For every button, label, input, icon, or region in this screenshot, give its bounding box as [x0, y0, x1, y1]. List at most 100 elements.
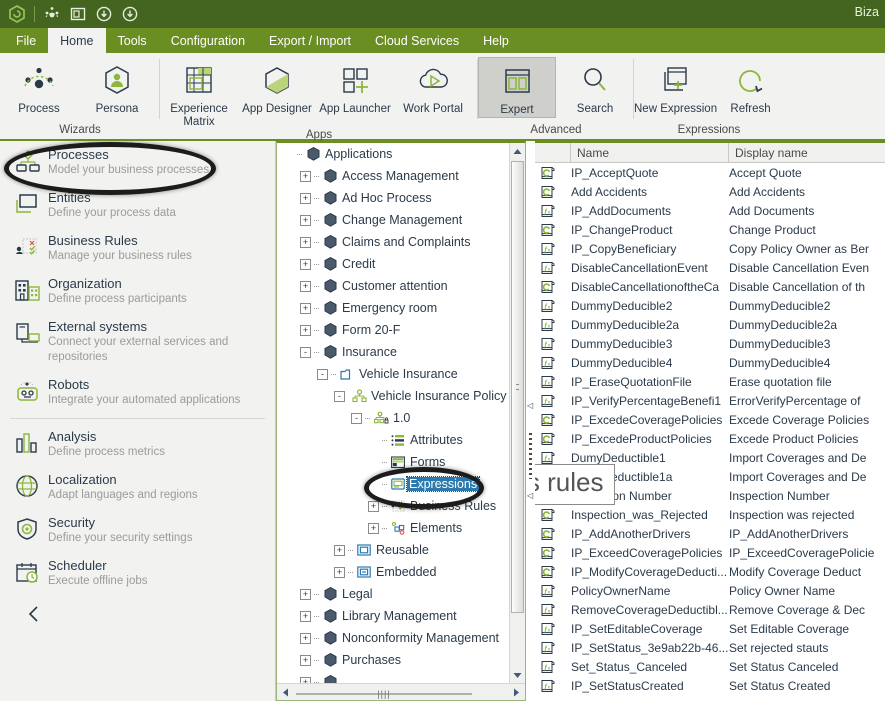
- tree-node[interactable]: + Library Management: [277, 605, 509, 627]
- ribbon-button-app-launcher[interactable]: App Launcher: [316, 57, 394, 116]
- sidebar-item-external-systems[interactable]: External systems Connect your external s…: [0, 313, 275, 371]
- list-column-display-name[interactable]: Display name: [729, 143, 885, 162]
- table-row[interactable]: ƒₓ IP_EraseQuotationFile Erase quotation f…: [535, 372, 885, 391]
- table-row[interactable]: ƒₓ IP_VerifyPercentageBenefi1 ErrorVerifyP…: [535, 391, 885, 410]
- list-column-name[interactable]: Name: [571, 143, 729, 162]
- table-row[interactable]: IP_AcceptQuote Accept Quote: [535, 163, 885, 182]
- menu-item-configuration[interactable]: Configuration: [159, 28, 257, 53]
- tree-node[interactable]: + Customer attention: [277, 275, 509, 297]
- sidebar-item-business-rules[interactable]: Business Rules Manage your business rule…: [0, 227, 275, 270]
- expand-icon[interactable]: +: [300, 302, 311, 314]
- table-row[interactable]: ƒₓ IP_CopyBeneficiary Copy Policy Owner as…: [535, 239, 885, 258]
- table-row[interactable]: ƒₓ PolicyOwnerName Policy Owner Name: [535, 581, 885, 600]
- sidebar-item-processes[interactable]: Processes Model your business processes: [0, 141, 275, 184]
- expand-icon[interactable]: +: [300, 170, 311, 182]
- ribbon-button-experience-matrix[interactable]: Experience Matrix: [160, 57, 238, 129]
- panel-splitter[interactable]: ◁ ◁: [526, 141, 535, 701]
- tree-scroll-thumb[interactable]: [511, 161, 524, 613]
- table-row[interactable]: ƒₓ Set_Status_Canceled Set Status Canceled: [535, 657, 885, 676]
- menu-item-file[interactable]: File: [4, 28, 48, 53]
- table-row[interactable]: Add Accidents Add Accidents: [535, 182, 885, 201]
- tree-node[interactable]: + Elements: [277, 517, 509, 539]
- table-row[interactable]: ƒₓ DummyDeducible3 DummyDeducible3: [535, 334, 885, 353]
- tree-node[interactable]: + Legal: [277, 583, 509, 605]
- ribbon-button-work-portal[interactable]: Work Portal: [394, 57, 472, 116]
- expand-icon[interactable]: +: [334, 544, 345, 556]
- sidebar-item-organization[interactable]: Organization Define process participants: [0, 270, 275, 313]
- splitter-grip[interactable]: [529, 433, 532, 479]
- menu-item-tools[interactable]: Tools: [106, 28, 159, 53]
- table-row[interactable]: IP_ModifyCoverageDeducti... Modify Covera…: [535, 562, 885, 581]
- tree-node[interactable]: + Business Rules: [277, 495, 509, 517]
- scroll-up-arrow[interactable]: [510, 143, 525, 159]
- expand-icon[interactable]: +: [300, 214, 311, 226]
- table-row[interactable]: ƒₓ IP_AddDocuments Add Documents: [535, 201, 885, 220]
- scroll-left-arrow[interactable]: [277, 688, 294, 697]
- tree-node[interactable]: - 1.0: [277, 407, 509, 429]
- table-row[interactable]: ƒₓ RemoveCoverageDeductibl... Remove Cover…: [535, 600, 885, 619]
- sidebar-item-robots[interactable]: Robots Integrate your automated applicat…: [0, 371, 275, 414]
- menu-item-cloud-services[interactable]: Cloud Services: [363, 28, 471, 53]
- tree-node[interactable]: - Insurance: [277, 341, 509, 363]
- table-row[interactable]: IP_ExcedeProductPolicies Excede Product P…: [535, 429, 885, 448]
- tree-node[interactable]: + Ad Hoc Process: [277, 187, 509, 209]
- menu-item-help[interactable]: Help: [471, 28, 521, 53]
- expand-icon[interactable]: +: [300, 324, 311, 336]
- tree-node[interactable]: + Credit: [277, 253, 509, 275]
- tree-node[interactable]: + Emergency room: [277, 297, 509, 319]
- expand-icon[interactable]: +: [300, 610, 311, 622]
- table-row[interactable]: ƒₓ DummyDeducible2a DummyDeducible2a: [535, 315, 885, 334]
- tree-node[interactable]: - Vehicle Insurance Policy Underwri: [277, 385, 509, 407]
- process-icon[interactable]: [41, 3, 63, 25]
- expand-icon[interactable]: +: [300, 632, 311, 644]
- expand-icon[interactable]: +: [300, 654, 311, 666]
- tree-hscroll-thumb[interactable]: ||||: [296, 689, 472, 699]
- collapse-icon[interactable]: -: [351, 412, 362, 424]
- ribbon-button-persona[interactable]: Persona: [78, 57, 156, 116]
- table-row[interactable]: ƒₓ IP_SetStatus_3e9ab22b-46... Set rejecte…: [535, 638, 885, 657]
- table-row[interactable]: Inspection_was_Rejected Inspection was re…: [535, 505, 885, 524]
- ribbon-button-app-designer[interactable]: App Designer: [238, 57, 316, 116]
- download-icon[interactable]: [93, 3, 115, 25]
- expand-icon[interactable]: +: [368, 522, 379, 534]
- table-row[interactable]: ƒₓ DummyDeducible2 DummyDeducible2: [535, 296, 885, 315]
- tree-node[interactable]: Forms: [277, 451, 509, 473]
- tree-node[interactable]: - Vehicle Insurance: [277, 363, 509, 385]
- splitter-collapse-down-icon[interactable]: ◁: [527, 491, 533, 500]
- table-row[interactable]: ƒₓ IP_SetEditableCoverage Set Editable Cov…: [535, 619, 885, 638]
- expand-icon[interactable]: +: [300, 588, 311, 600]
- table-row[interactable]: IP_AddAnotherDrivers IP_AddAnotherDrivers: [535, 524, 885, 543]
- tree-node[interactable]: Expressions: [277, 473, 509, 495]
- sidebar-item-security[interactable]: Security Define your security settings: [0, 509, 275, 552]
- table-row[interactable]: ƒₓ DisableCancellationEvent Disable Cancel…: [535, 258, 885, 277]
- menu-item-export-import[interactable]: Export / Import: [257, 28, 363, 53]
- tree-node[interactable]: Attributes: [277, 429, 509, 451]
- tree-node[interactable]: Applications: [277, 143, 509, 165]
- window-icon[interactable]: [67, 3, 89, 25]
- sidebar-collapse-button[interactable]: [0, 595, 275, 626]
- tree-node[interactable]: + Reusable: [277, 539, 509, 561]
- expand-icon[interactable]: +: [300, 192, 311, 204]
- sidebar-item-entities[interactable]: Entities Define your process data: [0, 184, 275, 227]
- expand-icon[interactable]: +: [300, 280, 311, 292]
- tree-vertical-scrollbar[interactable]: [509, 143, 525, 683]
- collapse-icon[interactable]: -: [300, 346, 311, 358]
- tree-node[interactable]: + Purchases: [277, 649, 509, 671]
- ribbon-button-search[interactable]: Search: [556, 57, 634, 116]
- expand-icon[interactable]: +: [368, 500, 379, 512]
- table-row[interactable]: ƒₓ IP_SetStatusCreated Set Status Created: [535, 676, 885, 695]
- sidebar-item-analysis[interactable]: Analysis Define process metrics: [0, 423, 275, 466]
- upload-icon[interactable]: [119, 3, 141, 25]
- sidebar-item-localization[interactable]: Localization Adapt languages and regions: [0, 466, 275, 509]
- expand-icon[interactable]: +: [300, 258, 311, 270]
- tree-node[interactable]: + Change Management: [277, 209, 509, 231]
- scroll-right-arrow[interactable]: [508, 688, 525, 697]
- ribbon-button-refresh[interactable]: Refresh: [717, 57, 784, 116]
- tree-node[interactable]: + Nonconformity Management: [277, 627, 509, 649]
- expand-icon[interactable]: +: [300, 236, 311, 248]
- tree-horizontal-scrollbar[interactable]: ||||: [277, 683, 525, 700]
- logo-icon[interactable]: [6, 3, 28, 25]
- tree-node-partial[interactable]: +: [277, 671, 509, 683]
- table-row[interactable]: IP_ChangeProduct Change Product: [535, 220, 885, 239]
- list-column-icon[interactable]: [535, 143, 571, 162]
